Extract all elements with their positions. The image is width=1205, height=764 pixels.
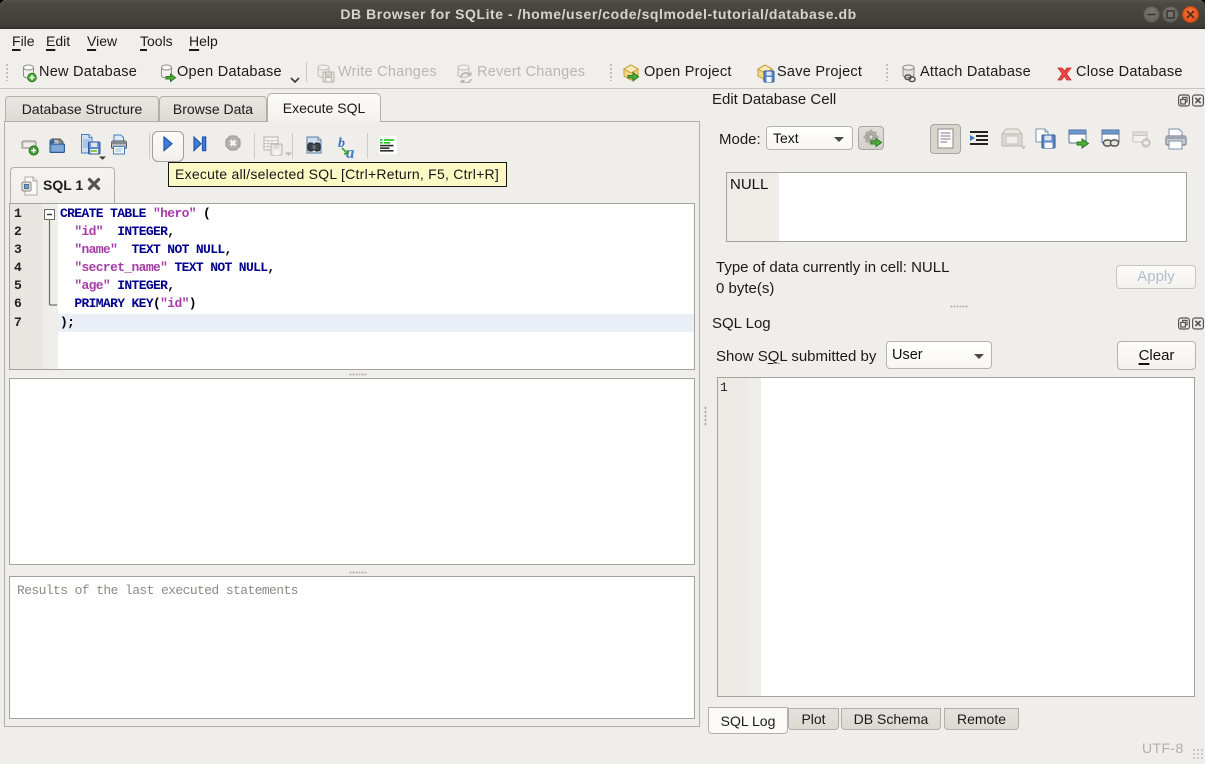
svg-text:b: b <box>338 136 345 151</box>
